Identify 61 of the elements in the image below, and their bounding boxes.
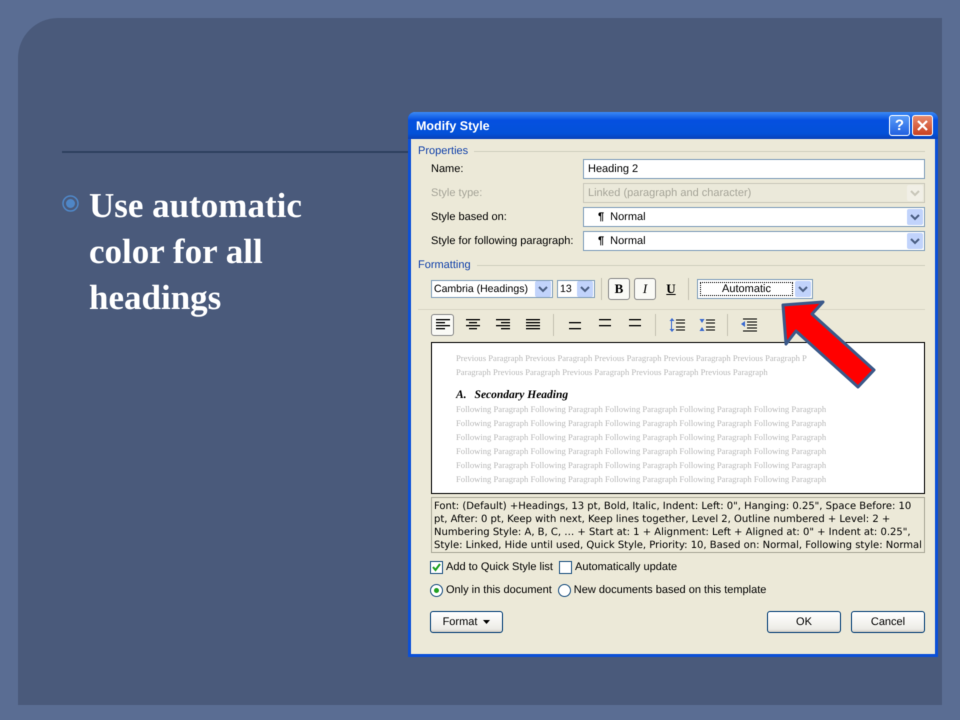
align-left-icon: [436, 319, 450, 331]
ok-button[interactable]: OK: [767, 611, 841, 633]
justify-icon: [526, 319, 540, 331]
caret-icon: [483, 620, 490, 624]
preview-text: Previous Paragraph Previous Paragraph Previous Paragraph Previous Paragraph Previous Paragraph P: [456, 352, 808, 365]
cancel-button[interactable]: Cancel: [851, 611, 925, 633]
close-button[interactable]: [912, 115, 933, 136]
indent-icon: [740, 318, 756, 332]
radio-button[interactable]: [558, 584, 571, 596]
pilcrow-text: ¶: [598, 211, 604, 223]
bold-button[interactable]: B: [608, 278, 630, 300]
align-left-button[interactable]: [431, 314, 454, 336]
field-label: Name:: [431, 163, 464, 175]
preview-text: Following Paragraph Following Paragraph Following Paragraph Following Paragraph Following Paragraph: [456, 431, 828, 444]
field-label: Style type:: [431, 187, 484, 199]
dropdown-field[interactable]: ¶ Normal: [583, 231, 925, 251]
field-value: Normal: [610, 235, 647, 247]
group-heading: Properties: [418, 145, 468, 157]
field-value: Normal: [610, 211, 647, 223]
spacing-icon: [668, 317, 684, 333]
group-heading: Formatting: [418, 259, 471, 271]
radio-dot-icon: [434, 588, 439, 592]
font-dropdown[interactable]: Cambria (Headings): [431, 280, 553, 298]
style-description: Font: (Default) +Headings, 13 pt, Bold, Italic, Indent: Left: 0", Hanging: 0.25", Space Before: 10 pt, After: 0 pt, Keep with next, Keep lines together, Level 2, Outline numbered + Level: 2 + Numbering Style: A, B, C, … + Start at: 1 + Alignment: Left + Aligned at: 0" + Indent at: 0.25", Style: Linked, Hide until used, Quick Style, Priority: 10, Based on: Normal, Following style: Normal: [431, 497, 925, 553]
spacing-icon: [698, 317, 714, 333]
window-title: Modify Style: [416, 118, 491, 132]
preview-text: Following Paragraph Following Paragraph Following Paragraph Following Paragraph Following Paragraph: [456, 403, 828, 416]
preview-text: Paragraph Previous Paragraph Previous Paragraph Previous Paragraph Previous Paragraph: [456, 366, 769, 379]
dropdown-field[interactable]: ¶ Normal: [583, 207, 925, 227]
checkmark-icon: [432, 562, 441, 572]
bullet-text: Use automatic color for all headings: [89, 185, 303, 319]
radio-button[interactable]: [430, 584, 443, 596]
radio-label: Only in this document: [446, 584, 552, 596]
checkbox[interactable]: [430, 560, 443, 574]
color-dropdown[interactable]: Automatic: [697, 279, 813, 299]
align-right-icon: [496, 319, 510, 331]
align-center-icon: [466, 319, 480, 331]
single-spacing-icon: [568, 319, 582, 331]
bullet-icon: [62, 195, 79, 212]
close-icon: [917, 120, 928, 131]
heading-number: A.: [456, 389, 467, 401]
field-value: Heading 2: [588, 163, 640, 175]
underline-button[interactable]: U: [660, 278, 682, 300]
preview-text: Following Paragraph Following Paragraph Following Paragraph Following Paragraph Following Paragraph: [456, 445, 828, 458]
format-button[interactable]: Format: [430, 611, 503, 633]
radio-label: New documents based on this template: [574, 584, 766, 596]
italic-button[interactable]: I: [634, 278, 656, 300]
field-label: Style based on:: [431, 211, 508, 223]
field-value: Linked (paragraph and character): [588, 187, 752, 199]
help-button[interactable]: ?: [889, 115, 910, 136]
preview-text: Following Paragraph Following Paragraph Following Paragraph Following Paragraph Following Paragraph: [456, 417, 828, 430]
preview-text: Following Paragraph Following Paragraph Following Paragraph Following Paragraph Following Paragraph: [456, 473, 828, 486]
pilcrow-text: ¶: [598, 235, 604, 247]
checkbox-label: Automatically update: [575, 561, 678, 573]
size-dropdown[interactable]: 13: [557, 280, 595, 298]
checkbox[interactable]: [559, 560, 572, 574]
field-label: Style for following paragraph:: [431, 235, 574, 247]
checkbox-label: Add to Quick Style list: [446, 561, 553, 573]
input-field[interactable]: Heading 2: [583, 159, 925, 179]
preview-heading: Secondary Heading: [474, 389, 568, 401]
preview-text: Following Paragraph Following Paragraph Following Paragraph Following Paragraph Following Paragraph: [456, 459, 828, 472]
